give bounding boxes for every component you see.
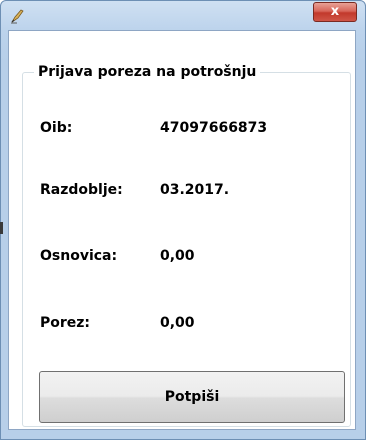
close-icon: x (330, 4, 340, 19)
window-edge-mark (0, 222, 3, 234)
pen-feather-icon (9, 8, 25, 24)
tax-label: Porez: (40, 315, 91, 331)
tax-value: 0,00 (160, 315, 195, 331)
base-value: 0,00 (160, 248, 195, 264)
sign-button[interactable]: Potpiši (39, 371, 345, 423)
oib-label: Oib: (40, 120, 73, 136)
base-label: Osnovica: (40, 248, 118, 264)
title-bar[interactable]: x (1, 1, 365, 31)
period-value: 03.2017. (160, 182, 230, 198)
period-label: Razdoblje: (40, 182, 123, 198)
close-button[interactable]: x (313, 2, 357, 22)
oib-value: 47097666873 (160, 120, 268, 136)
groupbox-title: Prijava poreza na potrošnju (34, 62, 261, 82)
